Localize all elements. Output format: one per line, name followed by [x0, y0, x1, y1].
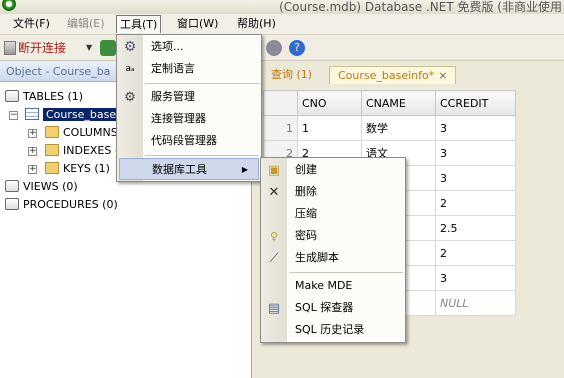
key-icon: ♀: [269, 230, 279, 243]
cell-ccredit[interactable]: 3: [435, 140, 516, 166]
tools-menu: ⚙ 选项... aₐ 定制语言 ⚙ 服务管理 连接管理器 代码段管理器 数据库工…: [116, 34, 262, 182]
language-icon: aₐ: [125, 64, 135, 74]
script-icon: ⟋: [269, 251, 279, 266]
refresh-icon[interactable]: [100, 40, 116, 56]
cell-ccredit[interactable]: 2.5: [435, 215, 516, 241]
database-icon: [5, 90, 19, 102]
table-row[interactable]: 1 1 数学 3: [263, 115, 516, 141]
cell-cname[interactable]: 数学: [361, 115, 436, 141]
menu-database-tools[interactable]: 数据库工具 ▶: [119, 158, 259, 180]
menu-help[interactable]: 帮助(H): [234, 15, 279, 33]
tree-table-course[interactable]: Course_basei: [25, 106, 123, 124]
cell-ccredit[interactable]: 3: [435, 115, 516, 141]
tree-tables[interactable]: TABLES (1): [5, 88, 83, 106]
collapse-icon[interactable]: −: [9, 111, 18, 120]
title-bar: ● (Course.mdb) Database .NET 免费版 (非商业使用: [0, 0, 564, 14]
submenu-compact[interactable]: 压缩: [261, 203, 405, 225]
services-icon: ⚙: [124, 90, 136, 105]
row-number: 1: [263, 115, 298, 141]
disconnect-label: 断开连接: [18, 41, 67, 55]
submenu-make-mde[interactable]: Make MDE: [261, 275, 405, 297]
expand-icon[interactable]: +: [28, 129, 37, 138]
menu-service-manager[interactable]: ⚙ 服务管理: [117, 86, 261, 108]
tree-views[interactable]: VIEWS (0): [5, 178, 78, 196]
profiler-icon: ▤: [267, 301, 281, 316]
table-icon: [25, 108, 39, 120]
window-title: (Course.mdb) Database .NET 免费版 (非商业使用: [279, 0, 562, 14]
database-tools-submenu: ▣ 创建 ✕ 删除 压缩 ♀ 密码 ⟋ 生成脚本 Make MDE ▤ SQL …: [260, 157, 406, 343]
submenu-create[interactable]: ▣ 创建: [261, 159, 405, 181]
menu-file[interactable]: 文件(F): [10, 15, 53, 33]
menu-edit[interactable]: 编辑(E): [64, 15, 108, 33]
folder-icon: [45, 126, 59, 138]
document-tabs: 查询 (1) Course_baseinfo* ×: [253, 62, 564, 86]
gear-icon[interactable]: [266, 40, 282, 56]
help-icon[interactable]: ?: [289, 40, 305, 56]
menu-custom-language[interactable]: aₐ 定制语言: [117, 58, 261, 80]
close-icon[interactable]: ×: [438, 69, 447, 82]
column-header-ccredit[interactable]: CCREDIT: [435, 90, 516, 116]
cell-cno[interactable]: 1: [297, 115, 362, 141]
tree-procedures[interactable]: PROCEDURES (0): [5, 196, 118, 214]
menu-options[interactable]: ⚙ 选项...: [117, 36, 261, 58]
database-icon: [5, 198, 19, 210]
tab-query[interactable]: 查询 (1): [263, 66, 320, 84]
expand-icon[interactable]: +: [28, 147, 37, 156]
submenu-sql-profiler[interactable]: ▤ SQL 探查器: [261, 297, 405, 319]
submenu-delete[interactable]: ✕ 删除: [261, 181, 405, 203]
disconnect-button[interactable]: 断开连接: [4, 38, 66, 58]
cell-ccredit[interactable]: NULL: [435, 290, 516, 316]
cell-ccredit[interactable]: 2: [435, 240, 516, 266]
menu-connection-manager[interactable]: 连接管理器: [117, 108, 261, 130]
disconnect-dropdown-arrow[interactable]: ▼: [86, 43, 92, 52]
tree-columns[interactable]: COLUMNS: [45, 124, 118, 142]
row-header-corner: [263, 90, 298, 116]
submenu-generate-script[interactable]: ⟋ 生成脚本: [261, 247, 405, 269]
expand-icon[interactable]: +: [28, 165, 37, 174]
menu-window[interactable]: 窗口(W): [174, 15, 221, 33]
cell-ccredit[interactable]: 3: [435, 165, 516, 191]
database-icon: [5, 180, 19, 192]
menu-snippet-manager[interactable]: 代码段管理器: [117, 130, 261, 152]
cell-ccredit[interactable]: 3: [435, 265, 516, 291]
submenu-sql-history[interactable]: SQL 历史记录: [261, 319, 405, 341]
cell-ccredit[interactable]: 2: [435, 190, 516, 216]
submenu-arrow-icon: ▶: [241, 165, 248, 174]
tab-course-baseinfo[interactable]: Course_baseinfo* ×: [329, 66, 457, 84]
tree-keys[interactable]: KEYS (1): [45, 160, 110, 178]
gear-icon: ⚙: [123, 39, 137, 55]
toolbar: 断开连接 ▼ ?: [0, 35, 564, 61]
column-header-cname[interactable]: CNAME: [361, 90, 436, 116]
folder-icon: [45, 162, 59, 174]
folder-icon: [45, 144, 59, 156]
menu-bar: 文件(F) 编辑(E) 工具(T) 窗口(W) 帮助(H): [0, 14, 564, 35]
grid-header-row: CNO CNAME CCREDIT: [263, 90, 516, 116]
disconnect-icon: [4, 41, 16, 55]
delete-icon: ✕: [268, 185, 280, 200]
create-icon: ▣: [267, 163, 281, 178]
column-header-cno[interactable]: CNO: [297, 90, 362, 116]
submenu-password[interactable]: ♀ 密码: [261, 225, 405, 247]
app-icon: ●: [2, 0, 16, 11]
menu-tools[interactable]: 工具(T): [116, 15, 162, 33]
